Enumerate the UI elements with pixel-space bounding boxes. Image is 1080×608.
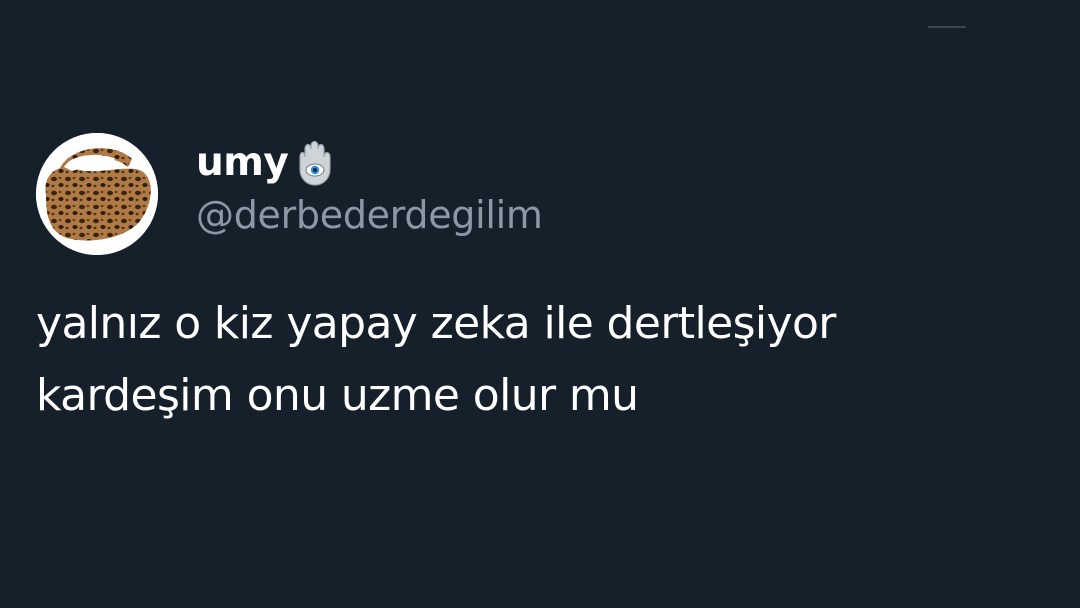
- leopard-handbag-avatar: [36, 133, 158, 255]
- display-name[interactable]: umy: [196, 136, 289, 190]
- user-handle[interactable]: @derbederdegilim: [196, 190, 543, 240]
- top-divider: [928, 26, 966, 28]
- avatar[interactable]: [36, 133, 158, 255]
- tweet-card: umy @derbederdegilim yalnız o kiz yapay …: [0, 0, 1080, 608]
- tweet-text-line: kardeşim onu uzme olur mu: [36, 370, 639, 421]
- display-name-row: umy: [196, 136, 338, 190]
- hamsa-icon: [292, 139, 338, 187]
- tweet-text-line: yalnız o kiz yapay zeka ile dertleşiyor: [36, 298, 836, 349]
- tweet-text: yalnız o kiz yapay zeka ile dertleşiyor …: [36, 288, 1036, 432]
